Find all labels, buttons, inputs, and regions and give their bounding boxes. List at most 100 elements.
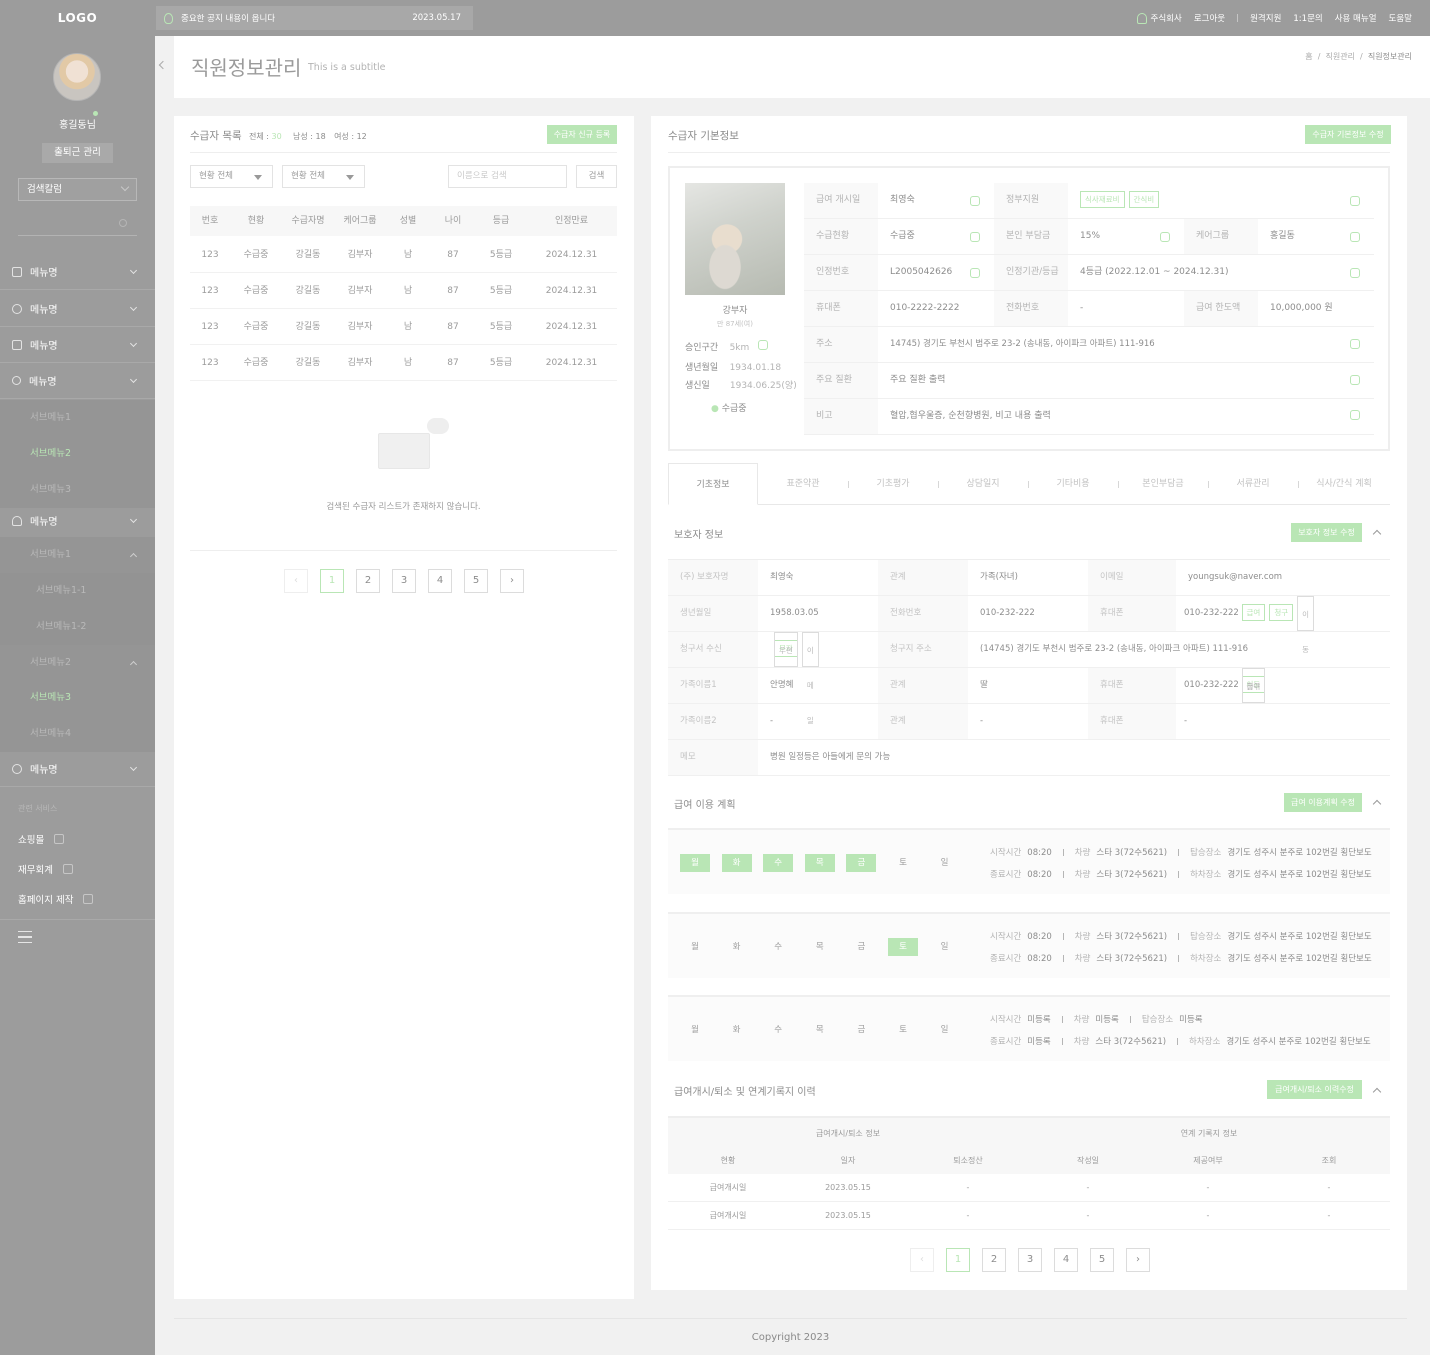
- search-column-select[interactable]: 검색칼럼: [18, 178, 137, 201]
- tab-counsel[interactable]: 상담일지: [938, 463, 1028, 505]
- col-header[interactable]: 수급자명: [282, 206, 334, 236]
- prev-page-button[interactable]: ‹: [910, 1248, 934, 1272]
- day-toggle[interactable]: 토: [888, 938, 918, 956]
- page-button[interactable]: 1: [320, 569, 344, 593]
- table-row[interactable]: 123 수급중 강길동 김부자 남 87 5등급 2024.12.31: [190, 309, 617, 345]
- help-link[interactable]: 도움말: [1389, 12, 1412, 24]
- day-toggle[interactable]: 수: [763, 854, 794, 872]
- tab-basic[interactable]: 기초정보: [668, 463, 758, 505]
- edit-icon[interactable]: [1350, 375, 1360, 385]
- status-filter-2[interactable]: 현황 전체: [282, 165, 365, 188]
- tab-terms[interactable]: 표준약관: [758, 463, 848, 505]
- table-row[interactable]: 급여개시일 2023.05.15 - - - -: [668, 1174, 1390, 1202]
- col-header[interactable]: 번호: [190, 206, 230, 236]
- col-header[interactable]: 성별: [386, 206, 430, 236]
- day-toggle[interactable]: 일: [930, 938, 960, 956]
- day-toggle[interactable]: 화: [722, 1021, 752, 1039]
- submenu-4[interactable]: 서브메뉴4: [0, 716, 155, 752]
- prev-page-button[interactable]: ‹: [284, 569, 308, 593]
- tag-toggle[interactable]: 우편: [774, 632, 798, 667]
- related-homepage-link[interactable]: 홈페이지 제작: [18, 892, 94, 906]
- submenu-1[interactable]: 서브메뉴1: [0, 537, 155, 573]
- day-toggle[interactable]: 금: [846, 1021, 876, 1039]
- submenu-2[interactable]: 서브메뉴2: [0, 436, 155, 472]
- edit-icon[interactable]: [1350, 232, 1360, 242]
- table-row[interactable]: 123 수급중 강길동 김부자 남 87 5등급 2024.12.31: [190, 237, 617, 273]
- sidebar-menu-2[interactable]: 메뉴명: [0, 291, 155, 327]
- tab-documents[interactable]: 서류관리: [1208, 463, 1298, 505]
- tag-toggle[interactable]: 급여: [1241, 604, 1266, 621]
- edit-plan-button[interactable]: 급여 이용계획 수정: [1284, 793, 1362, 812]
- inquiry-link[interactable]: 1:1문의: [1293, 12, 1322, 24]
- sidebar-menu-1[interactable]: 메뉴명: [0, 254, 155, 290]
- attendance-button[interactable]: 출퇴근 관리: [42, 143, 113, 163]
- table-row[interactable]: 123 수급중 강길동 김부자 남 87 5등급 2024.12.31: [190, 345, 617, 381]
- search-icon[interactable]: [119, 219, 127, 227]
- table-row[interactable]: 123 수급중 강길동 김부자 남 87 5등급 2024.12.31: [190, 273, 617, 309]
- day-toggle[interactable]: 금: [846, 854, 877, 872]
- breadcrumb-item[interactable]: 직원관리: [1326, 52, 1355, 61]
- avatar[interactable]: [53, 53, 101, 101]
- day-toggle[interactable]: 화: [721, 854, 752, 872]
- table-row[interactable]: 급여개시일 2023.05.15 - - - -: [668, 1202, 1390, 1230]
- page-button[interactable]: 3: [1018, 1248, 1042, 1272]
- submenu-3[interactable]: 서브메뉴3: [0, 680, 155, 716]
- bell-icon[interactable]: [1136, 12, 1147, 24]
- sidebar-menu-4[interactable]: 메뉴명: [0, 363, 155, 399]
- tag-toggle[interactable]: 청구: [1241, 668, 1266, 703]
- submenu-1-1[interactable]: 서브메뉴1-1: [0, 573, 155, 609]
- notice-bar[interactable]: 중요한 공지 내용이 옵니다 2023.05.17: [156, 6, 473, 30]
- edit-history-button[interactable]: 급여개시/퇴소 이력수정: [1267, 1080, 1362, 1099]
- new-recipient-button[interactable]: 수급자 신규 등록: [547, 125, 617, 144]
- related-shop-link[interactable]: 쇼핑몰: [18, 832, 65, 846]
- day-toggle[interactable]: 수: [763, 1021, 793, 1039]
- edit-guardian-button[interactable]: 보호자 정보 수정: [1291, 523, 1362, 542]
- next-page-button[interactable]: ›: [500, 569, 524, 593]
- tab-meal-plan[interactable]: 식사/간식 계획: [1298, 463, 1390, 505]
- edit-icon[interactable]: [970, 232, 980, 242]
- sidebar-search-input[interactable]: [18, 214, 137, 236]
- day-toggle[interactable]: 일: [930, 1021, 960, 1039]
- logo[interactable]: LOGO: [0, 0, 155, 36]
- sidebar-menu-3[interactable]: 메뉴명: [0, 327, 155, 363]
- logout-link[interactable]: 로그아웃: [1194, 12, 1225, 24]
- day-toggle[interactable]: 일: [930, 854, 960, 872]
- related-finance-link[interactable]: 재무회계: [18, 862, 73, 876]
- day-toggle[interactable]: 토: [888, 1021, 918, 1039]
- edit-icon[interactable]: [758, 340, 768, 350]
- edit-icon[interactable]: [1350, 339, 1360, 349]
- day-toggle[interactable]: 화: [722, 938, 752, 956]
- page-button[interactable]: 3: [392, 569, 416, 593]
- tab-copay[interactable]: 본인부담금: [1118, 463, 1208, 505]
- next-page-button[interactable]: ›: [1126, 1248, 1150, 1272]
- name-search-input[interactable]: 이름으로 검색: [448, 165, 567, 188]
- submenu-1[interactable]: 서브메뉴1: [0, 400, 155, 436]
- tab-other-cost[interactable]: 기타비용: [1028, 463, 1118, 505]
- company-link[interactable]: 주식회사: [1151, 12, 1182, 24]
- col-header[interactable]: 나이: [430, 206, 476, 236]
- day-toggle[interactable]: 월: [680, 1021, 710, 1039]
- page-button[interactable]: 5: [1090, 1248, 1114, 1272]
- collapse-sidebar-icon[interactable]: [158, 60, 168, 70]
- col-header[interactable]: 케어그룹: [334, 206, 386, 236]
- search-button[interactable]: 검색: [576, 165, 617, 188]
- page-button[interactable]: 4: [1054, 1248, 1078, 1272]
- sidebar-menu-5[interactable]: 메뉴명: [0, 503, 155, 539]
- page-button[interactable]: 5: [464, 569, 488, 593]
- col-header[interactable]: 인정만료: [526, 206, 617, 236]
- day-toggle[interactable]: 금: [846, 938, 876, 956]
- edit-basic-info-button[interactable]: 수급자 기본정보 수정: [1305, 125, 1391, 144]
- page-button[interactable]: 2: [356, 569, 380, 593]
- page-button[interactable]: 2: [982, 1248, 1006, 1272]
- day-toggle[interactable]: 수: [763, 938, 793, 956]
- day-toggle[interactable]: 목: [805, 1021, 835, 1039]
- page-button[interactable]: 1: [946, 1248, 970, 1272]
- edit-icon[interactable]: [1350, 268, 1360, 278]
- submenu-1-2[interactable]: 서브메뉴1-2: [0, 609, 155, 645]
- tag-toggle[interactable]: 이동: [1297, 596, 1315, 654]
- submenu-2[interactable]: 서브메뉴2: [0, 645, 155, 681]
- edit-icon[interactable]: [1350, 410, 1360, 420]
- edit-icon[interactable]: [970, 196, 980, 206]
- day-toggle[interactable]: 월: [680, 854, 710, 872]
- sidebar-menu-6[interactable]: 메뉴명: [0, 751, 155, 787]
